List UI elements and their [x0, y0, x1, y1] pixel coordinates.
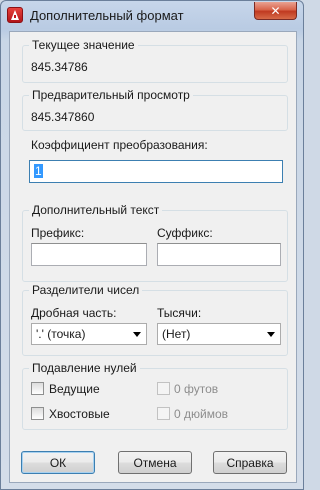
zero-suppression-group: Подавление нулей Ведущие Хвостовые 0 фут…: [22, 361, 288, 430]
title-bar[interactable]: Дополнительный формат ✕: [1, 1, 303, 31]
thousands-separator-value: (Нет): [162, 327, 191, 341]
conversion-factor-value: 1: [34, 164, 43, 178]
suffix-input[interactable]: [157, 243, 281, 266]
additional-text-group: Дополнительный текст Префикс: Суффикс:: [22, 203, 288, 282]
leading-zeros-label: Ведущие: [49, 382, 100, 396]
zero-suppression-title: Подавление нулей: [29, 361, 140, 375]
fraction-separator-select[interactable]: '.' (точка): [31, 323, 147, 345]
thousands-label: Тысячи:: [157, 306, 202, 320]
autocad-logo-icon: [7, 7, 23, 23]
conversion-title: Коэффициент преобразования:: [28, 138, 211, 152]
separators-group: Разделители чисел Дробная часть: '.' (то…: [22, 283, 288, 356]
chevron-down-icon: [267, 332, 275, 337]
zero-inches-label: 0 дюймов: [174, 407, 229, 421]
current-value-group: Текущее значение 845.34786: [22, 38, 288, 83]
prefix-label: Префикс:: [31, 226, 85, 240]
fraction-separator-value: '.' (точка): [36, 327, 86, 341]
fraction-label: Дробная часть:: [31, 306, 117, 320]
conversion-group: Коэффициент преобразования: 1: [22, 138, 288, 190]
preview-title: Предварительный просмотр: [29, 88, 193, 102]
zero-inches-checkbox[interactable]: [157, 407, 170, 420]
dialog-body: Текущее значение 845.34786 Предварительн…: [9, 31, 297, 483]
help-button[interactable]: Справка: [213, 451, 287, 474]
conversion-factor-input[interactable]: 1: [29, 160, 283, 183]
additional-text-title: Дополнительный текст: [29, 203, 163, 217]
current-value-title: Текущее значение: [29, 38, 138, 52]
ok-button[interactable]: ОК: [21, 451, 95, 474]
close-icon: ✕: [270, 3, 281, 18]
trailing-zeros-checkbox[interactable]: [31, 407, 44, 420]
window-title: Дополнительный формат: [30, 8, 184, 23]
separators-title: Разделители чисел: [29, 283, 143, 297]
thousands-separator-select[interactable]: (Нет): [157, 323, 281, 345]
leading-zeros-checkbox[interactable]: [31, 382, 44, 395]
zero-feet-label: 0 футов: [174, 382, 219, 396]
cancel-button[interactable]: Отмена: [118, 451, 192, 474]
suffix-label: Суффикс:: [157, 226, 213, 240]
current-value-text: 845.34786: [31, 60, 88, 74]
preview-group: Предварительный просмотр 845.347860: [22, 88, 288, 131]
preview-text: 845.347860: [31, 110, 95, 124]
chevron-down-icon: [133, 332, 141, 337]
prefix-input[interactable]: [31, 243, 147, 266]
close-button[interactable]: ✕: [254, 2, 297, 20]
dialog-window: Дополнительный формат ✕ Текущее значение…: [0, 0, 304, 490]
zero-feet-checkbox[interactable]: [157, 382, 170, 395]
trailing-zeros-label: Хвостовые: [49, 407, 110, 421]
